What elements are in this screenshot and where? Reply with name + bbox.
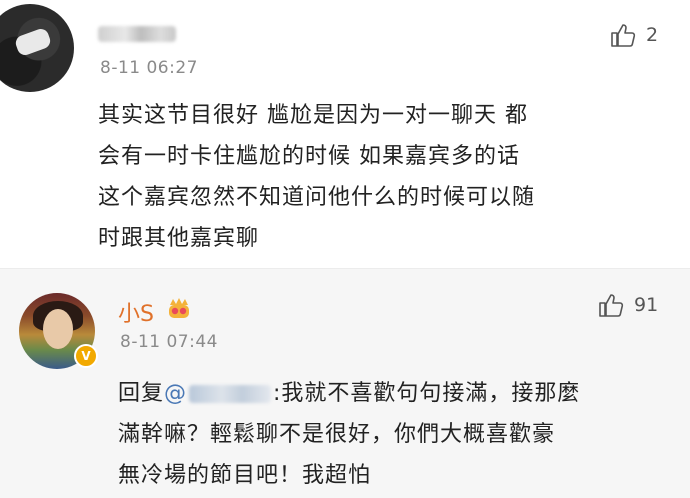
- reply-author-name[interactable]: 小S: [118, 296, 154, 328]
- comment-line: 时跟其他嘉宾聊: [98, 226, 260, 251]
- reply-line: 滿幹嘛？輕鬆聊不是很好，你們大概喜歡豪: [118, 422, 556, 447]
- verified-badge-icon: V: [74, 344, 98, 368]
- comment-like-count: 2: [646, 24, 659, 46]
- reply-line: 回复@ :我就不喜歡句句接滿，接那麼: [118, 373, 678, 414]
- reply-line-rest: :我就不喜歡句句接滿，接那麼: [273, 381, 581, 406]
- mention-link[interactable]: @: [164, 381, 273, 406]
- reply-like-button[interactable]: 91: [598, 292, 658, 318]
- comment-like-button[interactable]: 2: [610, 22, 658, 48]
- comment-line: 其实这节目很好 尴尬是因为一对一聊天 都: [98, 103, 528, 128]
- comment-timestamp: 8-11 06:27: [100, 58, 198, 78]
- mention-name-blurred: [189, 385, 272, 403]
- thumbs-up-icon: [599, 294, 624, 317]
- mention-at: @: [164, 381, 188, 406]
- reply-text: 回复@ :我就不喜歡句句接滿，接那麼 滿幹嘛？輕鬆聊不是很好，你們大概喜歡豪 無冷…: [118, 373, 678, 496]
- commenter-name-blurred[interactable]: [98, 26, 176, 42]
- reply-line: 無冷場的節目吧！我超怕: [118, 463, 372, 488]
- commenter-avatar[interactable]: [0, 4, 74, 92]
- comment-text: 其实这节目很好 尴尬是因为一对一聊天 都 会有一时卡住尴尬的时候 如果嘉宾多的话…: [98, 95, 678, 259]
- reply-timestamp: 8-11 07:44: [120, 332, 218, 352]
- reply-prefix: 回复: [118, 381, 165, 406]
- crown-icon: [169, 298, 189, 318]
- reply-like-count: 91: [634, 294, 659, 316]
- comment-line: 会有一时卡住尴尬的时候 如果嘉宾多的话: [98, 144, 520, 169]
- comment-line: 这个嘉宾忽然不知道问他什么的时候可以随: [98, 185, 536, 210]
- thumbs-up-icon: [611, 24, 636, 47]
